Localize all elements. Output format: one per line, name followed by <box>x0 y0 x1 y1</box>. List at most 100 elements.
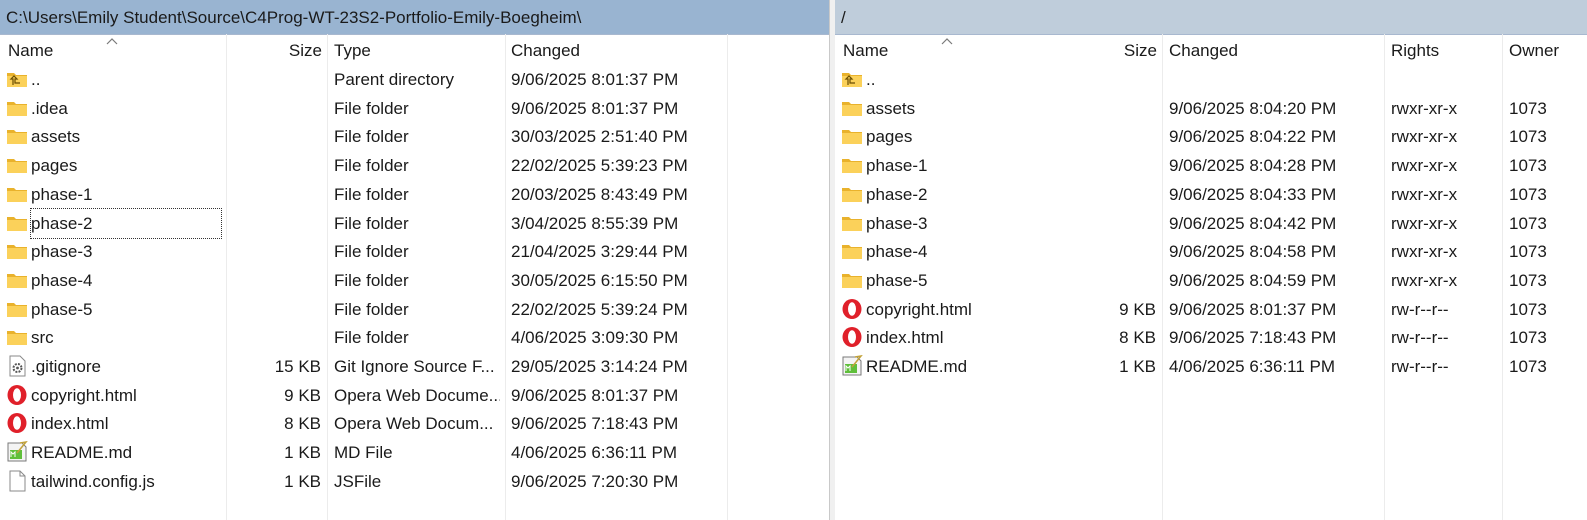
file-row[interactable]: pages 9/06/2025 8:04:22 PM rwxr-xr-x 1073 <box>835 122 1587 151</box>
local-column-header: Name Size Type Changed <box>0 35 829 65</box>
file-owner-cell: 1073 <box>1509 98 1547 118</box>
file-changed-cell: 9/06/2025 8:01:37 PM <box>511 385 679 405</box>
file-name-cell: phase-4 <box>866 242 928 262</box>
column-header-changed[interactable]: Changed <box>1169 35 1238 65</box>
file-row[interactable]: phase-1 File folder 20/03/2025 8:43:49 PM <box>0 180 829 209</box>
file-row[interactable]: tailwind.config.js 1 KB JSFile 9/06/2025 7:… <box>0 467 829 496</box>
file-row[interactable]: phase-3 9/06/2025 8:04:42 PM rwxr-xr-x 1073 <box>835 209 1587 238</box>
folder-icon <box>6 154 28 176</box>
file-changed-cell: 4/06/2025 3:09:30 PM <box>511 328 679 348</box>
folder-icon <box>841 97 863 119</box>
file-row[interactable]: .idea File folder 9/06/2025 8:01:37 PM <box>0 94 829 123</box>
folder-icon <box>841 183 863 205</box>
column-header-name[interactable]: Name <box>8 35 53 65</box>
file-name-cell: assets <box>31 127 81 147</box>
file-changed-cell <box>1169 65 1379 94</box>
file-owner-cell <box>1509 65 1585 94</box>
file-size-cell: 1 KB <box>1119 357 1156 376</box>
file-name-cell: phase-5 <box>31 299 93 319</box>
markdown-file-icon <box>841 354 863 377</box>
folder-icon <box>6 298 28 320</box>
local-file-panel[interactable]: C:\Users\Emily Student\Source\C4Prog-WT-… <box>0 0 829 520</box>
file-row[interactable]: .gitignore 15 KB Git Ignore Source F... 29/… <box>0 352 829 381</box>
column-header-type[interactable]: Type <box>334 35 371 65</box>
file-row[interactable]: index.html 8 KB Opera Web Docum... 9/06/202… <box>0 409 829 438</box>
remote-column-header: Name Size Changed Rights Owner <box>835 35 1587 65</box>
file-name-cell: .gitignore <box>31 357 101 376</box>
file-row[interactable]: assets File folder 30/03/2025 2:51:40 PM <box>0 122 829 151</box>
file-row[interactable]: phase-2 File folder 3/04/2025 8:55:39 PM <box>0 207 829 239</box>
file-row[interactable]: phase-5 9/06/2025 8:04:59 PM rwxr-xr-x 1073 <box>835 266 1587 295</box>
file-type-cell: Git Ignore Source F... <box>334 357 495 376</box>
file-changed-cell: 9/06/2025 8:04:33 PM <box>1169 184 1337 204</box>
opera-icon <box>6 384 28 406</box>
file-row[interactable]: copyright.html 9 KB 9/06/2025 8:01:37 PM rw… <box>835 295 1587 324</box>
file-row[interactable]: phase-5 File folder 22/02/2025 5:39:24 PM <box>0 295 829 324</box>
column-header-changed[interactable]: Changed <box>511 35 580 65</box>
file-changed-cell: 29/05/2025 3:14:24 PM <box>511 357 688 376</box>
file-row[interactable]: pages File folder 22/02/2025 5:39:23 PM <box>0 151 829 180</box>
file-name-cell: README.md <box>31 443 133 463</box>
file-type-cell: Parent directory <box>334 70 454 89</box>
file-changed-cell: 9/06/2025 8:01:37 PM <box>1169 299 1337 319</box>
file-row[interactable]: .. Parent directory 9/06/2025 8:01:37 PM <box>0 65 829 94</box>
file-name-cell: phase-3 <box>31 242 93 262</box>
remote-path-bar[interactable]: / <box>835 0 1587 35</box>
column-header-size[interactable]: Size <box>1065 35 1157 65</box>
file-name-cell: index.html <box>866 328 944 348</box>
file-row[interactable]: copyright.html 9 KB Opera Web Docume... 9/0… <box>0 381 829 410</box>
file-owner-cell: 1073 <box>1509 270 1547 290</box>
file-rights-cell: rwxr-xr-x <box>1391 127 1458 147</box>
file-changed-cell: 9/06/2025 8:04:58 PM <box>1169 242 1337 262</box>
file-owner-cell: 1073 <box>1509 184 1547 204</box>
file-row[interactable]: phase-3 File folder 21/04/2025 3:29:44 PM <box>0 237 829 266</box>
parent-directory-icon <box>6 68 28 90</box>
remote-file-panel[interactable]: / Name Size Changed Rights Owner .. asset… <box>835 0 1587 520</box>
column-header-owner[interactable]: Owner <box>1509 35 1559 65</box>
file-rights-cell: rwxr-xr-x <box>1391 242 1458 262</box>
file-row[interactable]: phase-4 9/06/2025 8:04:58 PM rwxr-xr-x 1073 <box>835 237 1587 266</box>
file-rights-cell: rwxr-xr-x <box>1391 98 1458 118</box>
file-name-cell: phase-2 <box>30 207 222 239</box>
file-name-cell: copyright.html <box>31 385 137 405</box>
file-size-cell <box>226 94 321 123</box>
file-owner-cell: 1073 <box>1509 242 1547 262</box>
opera-icon <box>6 412 28 434</box>
folder-icon <box>6 212 28 234</box>
file-row[interactable]: .. <box>835 65 1587 94</box>
column-header-name[interactable]: Name <box>843 35 888 65</box>
file-changed-cell: 9/06/2025 8:01:37 PM <box>511 70 679 89</box>
file-row[interactable]: index.html 8 KB 9/06/2025 7:18:43 PM rw-r--… <box>835 323 1587 352</box>
file-size-cell <box>226 266 321 295</box>
file-row[interactable]: phase-4 File folder 30/05/2025 6:15:50 PM <box>0 266 829 295</box>
file-size-cell: 15 KB <box>274 357 321 376</box>
file-size-cell <box>1061 151 1156 180</box>
column-header-rights[interactable]: Rights <box>1391 35 1439 65</box>
file-size-cell <box>1061 94 1156 123</box>
file-row[interactable]: phase-1 9/06/2025 8:04:28 PM rwxr-xr-x 1073 <box>835 151 1587 180</box>
file-name-cell: tailwind.config.js <box>31 471 155 491</box>
file-changed-cell: 22/02/2025 5:39:23 PM <box>511 156 688 176</box>
sort-ascending-icon <box>941 38 953 45</box>
file-type-cell: JSFile <box>334 471 382 491</box>
file-type-cell: Opera Web Docum... <box>334 414 494 434</box>
markdown-file-icon <box>6 441 28 463</box>
local-path-bar[interactable]: C:\Users\Emily Student\Source\C4Prog-WT-… <box>0 0 829 35</box>
file-row[interactable]: src File folder 4/06/2025 3:09:30 PM <box>0 323 829 352</box>
file-row[interactable]: assets 9/06/2025 8:04:20 PM rwxr-xr-x 1073 <box>835 94 1587 123</box>
gear-file-icon <box>6 355 28 377</box>
parent-directory-icon <box>841 68 863 90</box>
file-row[interactable]: phase-2 9/06/2025 8:04:33 PM rwxr-xr-x 1073 <box>835 180 1587 209</box>
file-type-cell: File folder <box>334 184 409 204</box>
file-owner-cell: 1073 <box>1509 357 1547 376</box>
file-row[interactable]: README.md 1 KB MD File 4/06/2025 6:36:11 PM <box>0 438 829 467</box>
column-header-size[interactable]: Size <box>230 35 322 65</box>
folder-icon <box>6 125 28 147</box>
file-size-cell <box>1061 122 1156 151</box>
file-row[interactable]: README.md 1 KB 4/06/2025 6:36:11 PM rw-r--r… <box>835 352 1587 381</box>
file-rights-cell: rw-r--r-- <box>1391 357 1449 376</box>
file-size-cell: 8 KB <box>284 414 321 434</box>
file-name-cell: .. <box>866 70 876 89</box>
file-size-cell <box>226 151 321 180</box>
file-changed-cell: 9/06/2025 7:20:30 PM <box>511 471 679 491</box>
